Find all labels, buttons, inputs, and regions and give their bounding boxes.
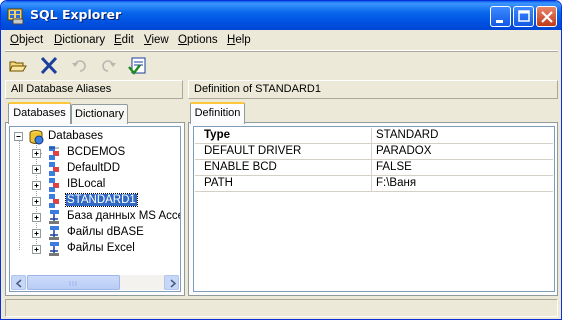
tree-item-label: DefaultDD	[67, 162, 121, 174]
title-bar[interactable]: SQL Explorer	[1, 1, 561, 30]
tree-item-label: Файлы dBASE	[67, 226, 144, 238]
odbc-alias-icon	[46, 209, 62, 225]
database-alias-icon	[46, 145, 62, 161]
tree-item-label: База данных MS Acce	[67, 210, 181, 222]
definition-row[interactable]: PATH F:\Ваня	[195, 176, 553, 192]
odbc-alias-icon	[46, 241, 62, 257]
odbc-alias-icon	[46, 225, 62, 241]
expand-icon[interactable]	[32, 213, 41, 222]
scroll-left-icon	[15, 279, 22, 288]
expand-icon[interactable]	[32, 229, 41, 238]
tree-item[interactable]: Файлы Excel	[10, 241, 180, 257]
definition-key: ENABLE BCD	[204, 161, 277, 173]
definition-key: PATH	[204, 177, 233, 189]
databases-icon	[28, 129, 44, 145]
database-alias-icon	[46, 161, 62, 177]
definition-key: Type	[204, 129, 230, 141]
tree-horizontal-scrollbar[interactable]	[11, 275, 179, 290]
maximize-icon	[518, 10, 530, 22]
database-alias-icon	[46, 177, 62, 193]
left-pane-header: All Database Aliases	[5, 80, 183, 99]
scroll-thumb[interactable]	[27, 275, 120, 290]
tree-item-selected[interactable]: STANDARD1	[10, 193, 180, 209]
tree-item-label: Файлы Excel	[67, 242, 135, 254]
scroll-right-button[interactable]	[164, 275, 179, 290]
tree-item-label: BCDEMOS	[67, 146, 126, 158]
expand-icon[interactable]	[32, 149, 41, 158]
sql-explorer-app-icon[interactable]	[7, 7, 25, 25]
tree-item[interactable]: DefaultDD	[10, 161, 180, 177]
tree-item[interactable]: Файлы dBASE	[10, 225, 180, 241]
window-title: SQL Explorer	[30, 7, 122, 22]
tab-databases[interactable]: Databases	[8, 102, 71, 124]
right-pane-header: Definition of STANDARD1	[188, 80, 558, 99]
delete-button[interactable]	[38, 55, 60, 77]
delete-x-icon	[40, 56, 58, 75]
menu-edit[interactable]: Edit	[114, 34, 134, 46]
menu-bar: Object Dictionary Edit View Options Help	[5, 31, 558, 51]
close-button[interactable]	[536, 6, 557, 27]
minimize-button[interactable]	[490, 6, 511, 27]
open-button[interactable]	[7, 55, 29, 77]
definition-row[interactable]: DEFAULT DRIVER PARADOX	[195, 144, 553, 160]
tree-item[interactable]: BCDEMOS	[10, 145, 180, 161]
definition-value[interactable]: FALSE	[376, 161, 412, 173]
definition-row-type[interactable]: Type STANDARD	[195, 128, 553, 144]
menu-object[interactable]: Object	[10, 34, 43, 46]
definition-value[interactable]: F:\Ваня	[376, 177, 416, 189]
undo-icon	[72, 60, 86, 72]
tab-dictionary[interactable]: Dictionary	[71, 104, 128, 124]
open-folder-icon	[9, 61, 27, 72]
tree-root-label: Databases	[48, 130, 103, 142]
status-bar	[5, 299, 558, 317]
expand-icon[interactable]	[32, 245, 41, 254]
apply-icon	[128, 57, 146, 75]
database-alias-icon	[46, 193, 62, 209]
tree-item[interactable]: База данных MS Acce	[10, 209, 180, 225]
collapse-icon[interactable]	[14, 132, 23, 141]
undo-button[interactable]	[69, 55, 91, 77]
database-tree[interactable]: Databases BCDEMOS DefaultDD IBLocal STAN…	[9, 126, 181, 292]
redo-icon	[102, 60, 116, 72]
maximize-button[interactable]	[513, 6, 534, 27]
close-icon	[541, 11, 553, 23]
sql-explorer-window: SQL Explorer Object Dictionary Edit View…	[0, 0, 562, 320]
apply-button[interactable]	[127, 55, 149, 77]
definition-value[interactable]: STANDARD	[376, 129, 438, 141]
definition-value[interactable]: PARADOX	[376, 145, 431, 157]
scroll-right-icon	[170, 279, 177, 288]
grip-icon	[69, 281, 77, 286]
definition-row[interactable]: ENABLE BCD FALSE	[195, 160, 553, 176]
tree-item-label: STANDARD1	[65, 193, 138, 207]
minimize-icon	[496, 20, 503, 23]
definition-key: DEFAULT DRIVER	[204, 145, 302, 157]
expand-icon[interactable]	[32, 165, 41, 174]
menu-view[interactable]: View	[144, 34, 169, 46]
menu-dictionary[interactable]: Dictionary	[54, 34, 105, 46]
tree-root[interactable]: Databases	[10, 129, 180, 145]
redo-button[interactable]	[97, 55, 119, 77]
toolbar	[5, 54, 558, 78]
definition-grid: Type STANDARD DEFAULT DRIVER PARADOX ENA…	[193, 126, 555, 292]
scroll-left-button[interactable]	[11, 275, 26, 290]
tree-item-label: IBLocal	[67, 178, 106, 190]
expand-icon[interactable]	[32, 197, 41, 206]
menu-help[interactable]: Help	[227, 34, 251, 46]
tab-definition[interactable]: Definition	[190, 102, 245, 124]
tree-item[interactable]: IBLocal	[10, 177, 180, 193]
expand-icon[interactable]	[32, 181, 41, 190]
menu-options[interactable]: Options	[178, 34, 218, 46]
